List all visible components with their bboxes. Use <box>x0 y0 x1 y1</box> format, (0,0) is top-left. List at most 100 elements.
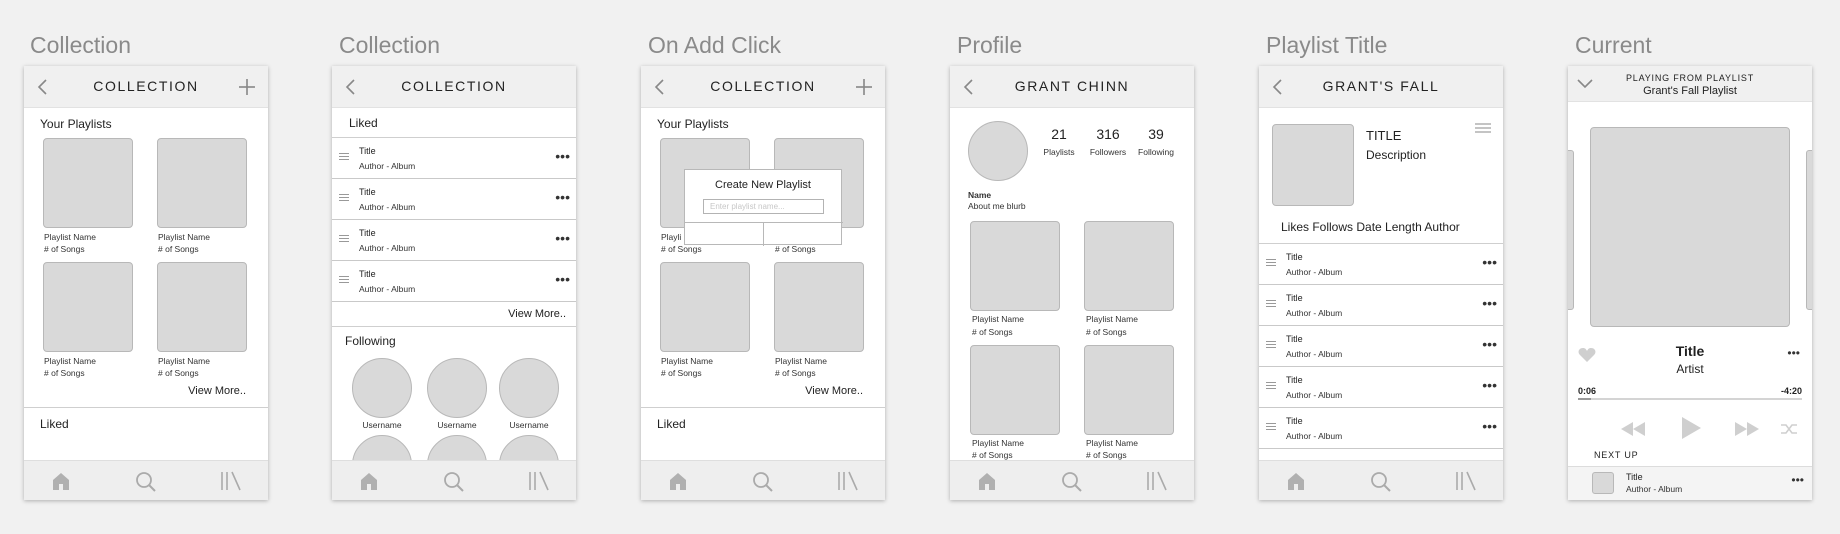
add-icon[interactable] <box>855 78 873 96</box>
remaining-time: -4:20 <box>1780 386 1802 396</box>
playlist-thumb[interactable] <box>660 262 750 352</box>
more-icon[interactable]: ••• <box>1482 377 1497 393</box>
home-icon[interactable] <box>976 471 998 491</box>
play-icon[interactable] <box>1680 416 1702 440</box>
username: Username <box>509 420 549 430</box>
track-subtitle: Author - Album <box>1286 431 1343 441</box>
track-row[interactable]: Title Author - Album ••• <box>332 138 576 179</box>
track-row[interactable]: Title Author - Album ••• <box>1259 367 1503 408</box>
drag-handle-icon[interactable] <box>339 194 349 201</box>
home-icon[interactable] <box>667 471 689 491</box>
track-title: Title <box>1286 293 1303 303</box>
track-row[interactable]: Title Author - Album ••• <box>332 179 576 220</box>
playlist-thumb[interactable] <box>970 221 1060 311</box>
rewind-icon[interactable] <box>1620 421 1646 437</box>
divider <box>641 407 885 408</box>
menu-icon[interactable] <box>1475 122 1491 134</box>
home-icon[interactable] <box>1285 471 1307 491</box>
shuffle-icon[interactable] <box>1780 422 1798 436</box>
search-icon[interactable] <box>135 471 157 493</box>
drag-handle-icon[interactable] <box>1266 382 1276 389</box>
more-icon[interactable]: ••• <box>1482 254 1497 270</box>
add-icon[interactable] <box>238 78 256 96</box>
playlist-thumb[interactable] <box>970 345 1060 435</box>
search-icon[interactable] <box>752 471 774 493</box>
modal-title: Create New Playlist <box>715 179 811 191</box>
drag-handle-icon[interactable] <box>1266 423 1276 430</box>
playlist-thumb[interactable] <box>43 138 133 228</box>
track-row[interactable]: Title Author - Album ••• <box>332 220 576 261</box>
track-row[interactable]: Title Author - Album ••• <box>1259 285 1503 326</box>
phone-collection: COLLECTION Your Playlists Playlist Name … <box>24 66 268 500</box>
track-row[interactable]: Title Author - Album ••• <box>332 261 576 302</box>
drag-handle-icon[interactable] <box>339 276 349 283</box>
user-avatar[interactable] <box>427 358 487 418</box>
search-icon[interactable] <box>1370 471 1392 493</box>
more-icon[interactable]: ••• <box>1787 346 1800 360</box>
fast-forward-icon[interactable] <box>1734 421 1760 437</box>
track-subtitle: Author - Album <box>1286 390 1343 400</box>
playlist-thumb[interactable] <box>1084 345 1174 435</box>
track-row[interactable]: Title Author - Album ••• <box>1259 326 1503 367</box>
search-icon[interactable] <box>443 471 465 493</box>
search-icon[interactable] <box>1061 471 1083 493</box>
stat-value: 21 <box>1051 126 1067 142</box>
playlist-name: Playlist Name <box>44 356 96 366</box>
view-more-link[interactable]: View More.. <box>508 308 566 320</box>
bottom-nav <box>24 460 268 500</box>
user-avatar[interactable] <box>352 358 412 418</box>
more-icon[interactable]: ••• <box>1791 473 1804 487</box>
drag-handle-icon[interactable] <box>1266 341 1276 348</box>
top-bar: COLLECTION <box>24 66 268 108</box>
screen-label-collection: Collection <box>30 32 131 58</box>
drag-handle-icon[interactable] <box>339 235 349 242</box>
user-avatar[interactable] <box>499 358 559 418</box>
following-heading: Following <box>345 334 396 348</box>
view-more-link[interactable]: View More.. <box>805 385 863 397</box>
create-playlist-modal: Create New Playlist Enter playlist name.… <box>684 169 843 246</box>
home-icon[interactable] <box>358 471 380 491</box>
track-row[interactable]: Title Author - Album ••• <box>1259 244 1503 285</box>
cancel-button[interactable] <box>685 222 764 246</box>
playlist-thumb[interactable] <box>157 262 247 352</box>
prev-cover-peek[interactable] <box>1568 150 1574 310</box>
phone-now-playing: PLAYING FROM PLAYLIST Grant's Fall Playl… <box>1568 66 1812 500</box>
playlist-name-input[interactable]: Enter playlist name... <box>703 199 824 214</box>
playlist-thumb[interactable] <box>157 138 247 228</box>
playlist-songs: # of Songs <box>972 327 1013 337</box>
drag-handle-icon[interactable] <box>1266 259 1276 266</box>
playlist-thumb[interactable] <box>1084 221 1174 311</box>
phone-collection-liked: COLLECTION Liked Title Author - Album ••… <box>332 66 576 500</box>
more-icon[interactable]: ••• <box>1482 295 1497 311</box>
library-icon[interactable] <box>1145 471 1169 491</box>
liked-heading: Liked <box>40 417 69 431</box>
more-icon[interactable]: ••• <box>555 271 570 287</box>
more-icon[interactable]: ••• <box>555 230 570 246</box>
view-more-link[interactable]: View More.. <box>188 385 246 397</box>
playlist-thumb[interactable] <box>774 262 864 352</box>
next-track-subtitle: Author - Album <box>1626 484 1683 494</box>
more-icon[interactable]: ••• <box>555 189 570 205</box>
more-icon[interactable]: ••• <box>1482 336 1497 352</box>
track-row[interactable]: Title Author - Album ••• <box>1259 408 1503 449</box>
track-title: Title <box>359 187 376 197</box>
track-subtitle: Author - Album <box>1286 267 1343 277</box>
bottom-nav <box>332 460 576 500</box>
more-icon[interactable]: ••• <box>555 148 570 164</box>
library-icon[interactable] <box>527 471 551 491</box>
library-icon[interactable] <box>219 471 243 491</box>
more-icon[interactable]: ••• <box>1482 418 1497 434</box>
next-cover-peek[interactable] <box>1806 150 1812 310</box>
next-up-row[interactable]: Title Author - Album ••• <box>1568 467 1812 500</box>
username: Username <box>437 420 477 430</box>
library-icon[interactable] <box>836 471 860 491</box>
library-icon[interactable] <box>1454 471 1478 491</box>
progress-track[interactable] <box>1578 398 1802 400</box>
playlist-songs: # of Songs <box>158 244 199 254</box>
confirm-button[interactable] <box>764 222 843 246</box>
drag-handle-icon[interactable] <box>1266 300 1276 307</box>
drag-handle-icon[interactable] <box>339 153 349 160</box>
home-icon[interactable] <box>50 471 72 491</box>
playlist-songs: # of Songs <box>1086 327 1127 337</box>
playlist-thumb[interactable] <box>43 262 133 352</box>
